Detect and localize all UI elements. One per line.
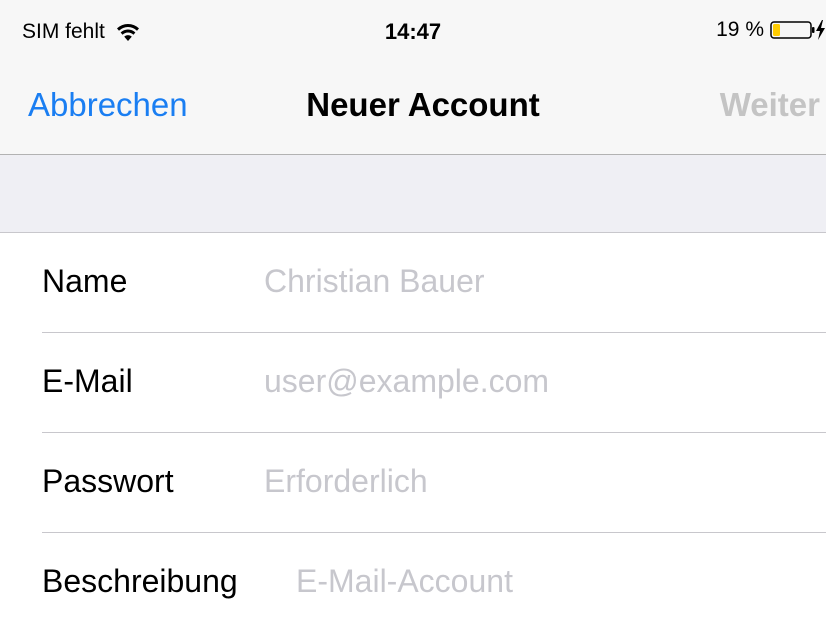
- password-label: Passwort: [42, 463, 174, 499]
- description-input[interactable]: [296, 555, 816, 607]
- status-right: 19 %: [716, 18, 826, 42]
- battery-fill: [773, 24, 780, 36]
- name-input[interactable]: [264, 255, 784, 307]
- description-label: Beschreibung: [42, 563, 238, 599]
- password-row: Passwort: [42, 433, 826, 533]
- status-bar: SIM fehlt 14:47 19 %: [0, 0, 826, 60]
- nav-bar: Abbrechen Neuer Account Weiter: [0, 60, 826, 155]
- next-button[interactable]: Weiter: [720, 86, 820, 124]
- account-form: Name E-Mail Passwort Beschreibung: [0, 233, 826, 624]
- email-label: E-Mail: [42, 363, 133, 399]
- name-row: Name: [42, 233, 826, 333]
- section-header: [0, 155, 826, 233]
- battery-percent: 19 %: [716, 18, 764, 41]
- password-input[interactable]: [264, 455, 784, 507]
- screen: SIM fehlt 14:47 19 % Abbrechen Neuer Acc…: [0, 0, 826, 624]
- cancel-button[interactable]: Abbrechen: [28, 86, 188, 124]
- battery-icon: [770, 20, 825, 40]
- status-time: 14:47: [384, 19, 442, 44]
- charging-bolt-icon: [816, 20, 825, 40]
- name-label: Name: [42, 263, 128, 299]
- description-row: Beschreibung: [42, 533, 826, 624]
- email-row: E-Mail: [42, 333, 826, 433]
- email-input[interactable]: [264, 355, 784, 407]
